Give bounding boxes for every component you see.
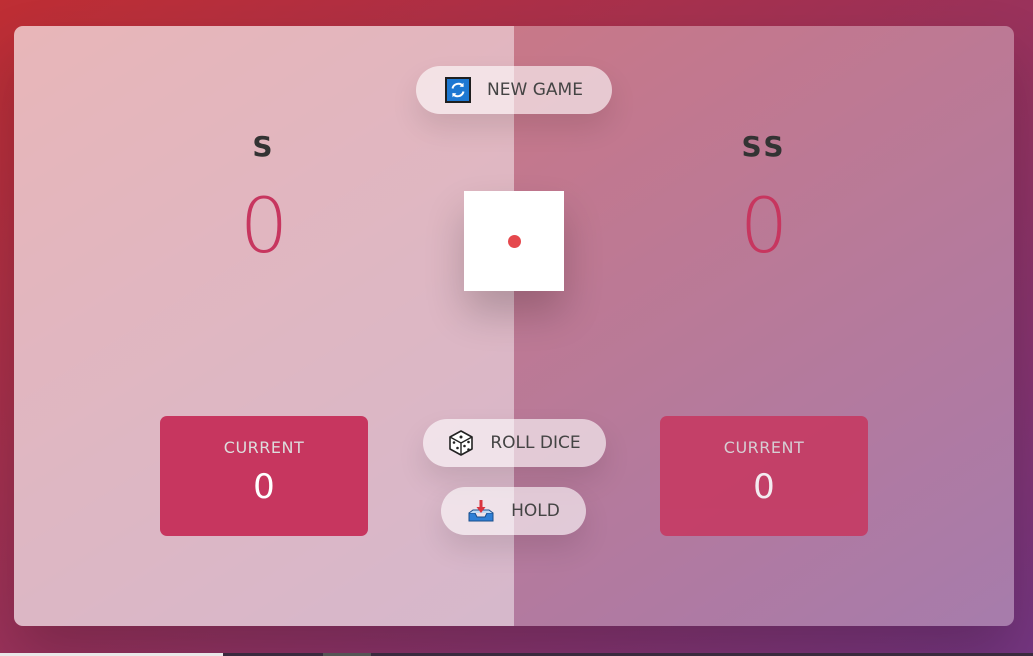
- new-game-button[interactable]: New game: [416, 66, 612, 114]
- dice-pip: [508, 235, 521, 248]
- player-0-current-box: Current 0: [160, 416, 368, 536]
- roll-dice-label: Roll dice: [490, 433, 581, 453]
- player-0-panel: s 0 Current 0: [14, 26, 514, 626]
- dice: [464, 191, 564, 291]
- player-1-name: ss: [741, 130, 787, 163]
- refresh-icon: [445, 77, 472, 103]
- new-game-label: New game: [487, 80, 583, 100]
- player-0-name: s: [252, 130, 276, 163]
- player-0-current-score: 0: [253, 467, 275, 507]
- player-1-current-box: Current 0: [660, 416, 868, 536]
- player-1-score: 0: [739, 181, 789, 270]
- dice-icon: [448, 430, 474, 456]
- player-0-score: 0: [239, 181, 289, 270]
- hold-button[interactable]: Hold: [441, 487, 586, 535]
- inbox-tray-icon: [467, 498, 495, 524]
- roll-dice-button[interactable]: Roll dice: [423, 419, 606, 467]
- game-board: s 0 Current 0 ss 0 Current 0 New gam: [14, 26, 1014, 626]
- player-0-current-label: Current: [223, 438, 305, 457]
- player-1-panel: ss 0 Current 0: [514, 26, 1014, 626]
- hold-label: Hold: [511, 501, 560, 521]
- player-1-current-label: Current: [723, 438, 805, 457]
- player-1-current-score: 0: [753, 467, 775, 507]
